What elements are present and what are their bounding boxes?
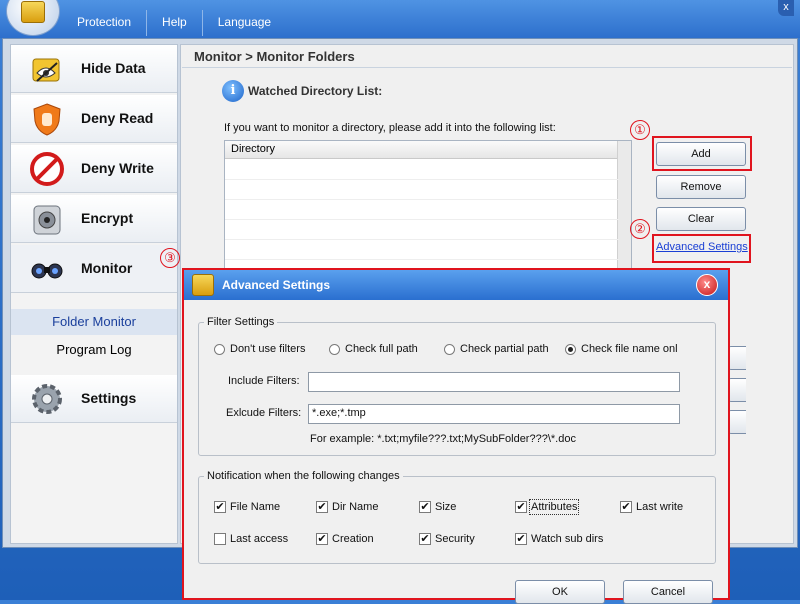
filter-example-text: For example: *.txt;myfile???.txt;MySubFo… (310, 433, 576, 445)
radio-dont-use-filters[interactable] (214, 344, 225, 355)
checkbox-label: Dir Name (332, 501, 379, 513)
gear-icon (32, 384, 62, 414)
checkbox-label: Last write (636, 501, 684, 513)
callout-3: ③ (160, 248, 180, 268)
dialog-titlebar[interactable]: Advanced Settings x (184, 270, 728, 300)
vault-lock-icon (33, 205, 61, 235)
list-gridline (225, 199, 619, 200)
checkbox-size[interactable]: ✔ (419, 501, 431, 513)
checkbox-label: Creation (332, 533, 374, 545)
add-button[interactable]: Add (656, 142, 746, 166)
sidebar-item-label: Monitor (81, 260, 133, 276)
info-icon: i (222, 80, 244, 102)
directory-list[interactable]: Directory (224, 140, 632, 270)
menu-help[interactable]: Help (147, 10, 203, 36)
remove-button[interactable]: Remove (656, 175, 746, 199)
list-gridline (225, 259, 619, 260)
sidebar-item-hide-data[interactable]: Hide Data (11, 45, 177, 93)
menu-protection[interactable]: Protection (62, 10, 148, 36)
checkbox-label: Size (435, 501, 457, 513)
include-filters-label: Include Filters: (228, 375, 300, 387)
checkbox-label: Last access (230, 533, 289, 545)
partial-button[interactable] (728, 378, 746, 402)
sidebar: Hide Data Deny Read Deny Write Encrypt M… (10, 44, 178, 544)
include-filters-input[interactable] (308, 372, 680, 392)
binoculars-icon (31, 263, 63, 279)
directory-column-header[interactable]: Directory (225, 141, 619, 159)
exclude-filters-label: Exlcude Filters: (226, 407, 302, 419)
notification-legend: Notification when the following changes (204, 470, 403, 482)
breadcrumb: Monitor > Monitor Folders (182, 46, 792, 68)
checkbox-last-write[interactable]: ✔ (620, 501, 632, 513)
sidebar-item-deny-read[interactable]: Deny Read (11, 95, 177, 143)
menu-language[interactable]: Language (203, 10, 286, 36)
checkbox-security[interactable]: ✔ (419, 533, 431, 545)
checkbox-watch-sub-dirs[interactable]: ✔ (515, 533, 527, 545)
list-gridline (225, 239, 619, 240)
checkbox-file-name[interactable]: ✔ (214, 501, 226, 513)
checkbox-label: Attributes (528, 499, 580, 515)
list-gridline (225, 179, 619, 180)
checkbox-label: Watch sub dirs (531, 533, 604, 545)
partial-button[interactable] (728, 410, 746, 434)
shield-hand-icon (33, 103, 61, 136)
radio-label: Check file name onl (581, 343, 678, 355)
radio-check-partial-path[interactable] (444, 344, 455, 355)
sidebar-item-label: Encrypt (81, 210, 134, 226)
subnav-program-log[interactable]: Program Log (11, 337, 177, 363)
ok-button[interactable]: OK (515, 580, 605, 604)
no-entry-icon (30, 152, 64, 186)
hide-data-icon (32, 58, 60, 82)
advanced-settings-link[interactable]: Advanced Settings (656, 241, 748, 253)
app-titlebar: Protection Help Language x (0, 0, 800, 38)
dialog-close-icon[interactable]: x (696, 274, 718, 296)
sidebar-item-label: Deny Read (81, 110, 154, 126)
radio-label: Check full path (345, 343, 418, 355)
menu-bar: Protection Help Language (62, 10, 286, 36)
sidebar-item-encrypt[interactable]: Encrypt (11, 195, 177, 243)
callout-1: ① (630, 120, 650, 140)
checkbox-creation[interactable]: ✔ (316, 533, 328, 545)
radio-check-file-name[interactable] (565, 344, 576, 355)
checkbox-dir-name[interactable]: ✔ (316, 501, 328, 513)
callout-2: ② (630, 219, 650, 239)
app-logo-icon (6, 0, 60, 36)
sidebar-item-label: Hide Data (81, 60, 146, 76)
list-gridline (225, 219, 619, 220)
radio-check-full-path[interactable] (329, 344, 340, 355)
dialog-title: Advanced Settings (222, 278, 331, 292)
radio-label: Don't use filters (230, 343, 306, 355)
checkbox-label: Security (435, 533, 475, 545)
instruction-text: If you want to monitor a directory, plea… (224, 122, 556, 134)
checkbox-last-access[interactable] (214, 533, 226, 545)
directory-list-scrollbar[interactable] (617, 141, 631, 269)
section-title: Watched Directory List: (248, 84, 383, 98)
window-close-icon[interactable]: x (778, 0, 794, 16)
sidebar-item-settings[interactable]: Settings (11, 375, 177, 423)
exclude-filters-input[interactable]: *.exe;*.tmp (308, 404, 680, 424)
filter-settings-legend: Filter Settings (204, 316, 278, 328)
sidebar-item-label: Deny Write (81, 160, 154, 176)
checkbox-attributes[interactable]: ✔ (515, 501, 527, 513)
partial-button[interactable] (728, 346, 746, 370)
sidebar-item-label: Settings (81, 390, 137, 406)
subnav-folder-monitor[interactable]: Folder Monitor (11, 309, 177, 335)
cancel-button[interactable]: Cancel (623, 580, 713, 604)
lock-icon (192, 274, 214, 296)
advanced-settings-dialog: Advanced Settings x Filter Settings Don'… (182, 268, 730, 604)
clear-button[interactable]: Clear (656, 207, 746, 231)
checkbox-label: File Name (230, 501, 281, 513)
sidebar-item-monitor[interactable]: Monitor (11, 245, 177, 293)
radio-label: Check partial path (460, 343, 549, 355)
sidebar-item-deny-write[interactable]: Deny Write (11, 145, 177, 193)
notification-group (198, 476, 716, 564)
